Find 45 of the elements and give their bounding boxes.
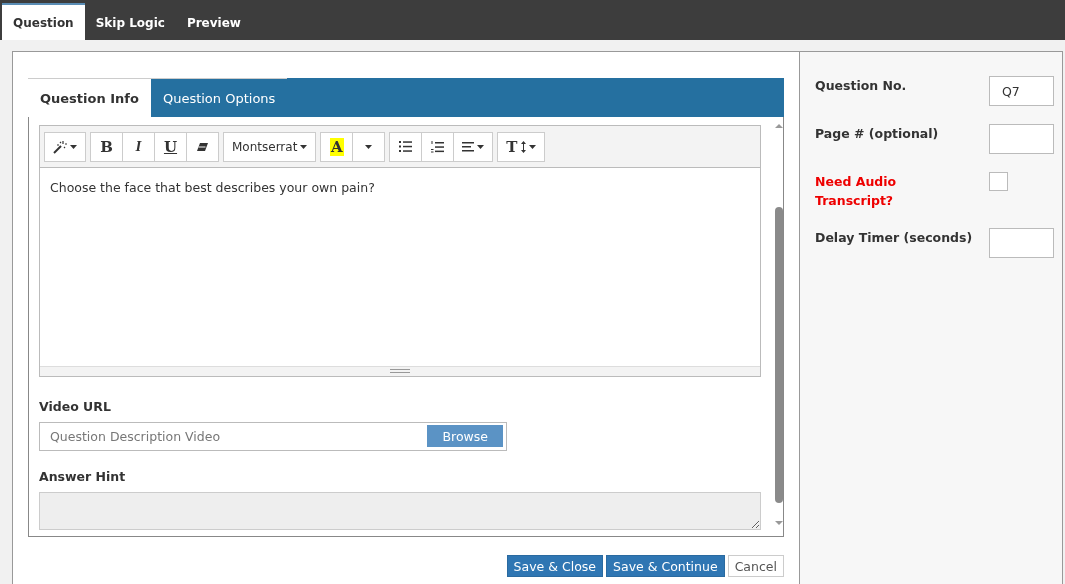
numbered-list-icon xyxy=(431,140,445,153)
font-dropdown[interactable]: Montserrat xyxy=(223,131,317,162)
top-tab[interactable]: Skip Logic xyxy=(84,3,176,40)
magic-button[interactable] xyxy=(44,131,86,162)
italic-button[interactable]: I xyxy=(122,131,155,162)
resize-handle[interactable] xyxy=(40,365,760,376)
save-button[interactable]: Save & Continue xyxy=(606,555,725,577)
caret-icon xyxy=(300,144,308,149)
checkbox[interactable] xyxy=(989,172,1008,191)
field-label: Question No. xyxy=(815,77,908,95)
section-tab[interactable]: Question Info xyxy=(28,78,151,117)
top-tab[interactable]: Question xyxy=(2,3,85,40)
text-field[interactable] xyxy=(989,228,1054,258)
field-label: Delay Timer (seconds) xyxy=(815,229,974,247)
caret-icon xyxy=(365,144,373,149)
eraser-icon xyxy=(197,141,208,152)
top-tab[interactable]: Preview xyxy=(175,3,252,40)
caret-icon xyxy=(477,144,485,149)
field-label: Page # (optional) xyxy=(815,125,940,143)
text-size-dropdown[interactable]: T xyxy=(497,131,545,162)
editor-text[interactable]: Choose the face that best describes your own pain? xyxy=(40,168,760,366)
video-url-field[interactable]: Question Description Video Browse xyxy=(39,421,507,452)
field-label: Video URL xyxy=(39,398,112,414)
caret-icon xyxy=(70,144,77,149)
arrows-icon xyxy=(520,140,526,153)
field-label: Need Audio Transcript? xyxy=(815,173,898,210)
caret-icon xyxy=(528,144,536,149)
bold-button[interactable]: B xyxy=(90,131,123,162)
text-field[interactable]: Q7 xyxy=(989,76,1054,106)
bullet-list-button[interactable] xyxy=(389,131,423,162)
color-dropdown-button[interactable] xyxy=(352,131,386,162)
magic-wand-icon xyxy=(53,139,67,154)
field-label: Answer Hint xyxy=(39,469,127,485)
align-icon xyxy=(462,141,475,152)
bullet-list-icon xyxy=(399,141,413,152)
cancel-button[interactable]: Cancel xyxy=(727,555,784,577)
highlight-button[interactable]: A xyxy=(320,131,354,162)
answer-hint-field[interactable] xyxy=(39,492,761,530)
text-field[interactable] xyxy=(989,124,1054,154)
align-dropdown[interactable] xyxy=(453,131,494,162)
clear-format-button[interactable] xyxy=(186,131,219,162)
section-tab[interactable]: Question Options xyxy=(150,78,288,117)
underline-button[interactable]: U xyxy=(154,131,187,162)
save-button[interactable]: Save & Close xyxy=(506,555,604,577)
numbered-list-button[interactable] xyxy=(421,131,455,162)
